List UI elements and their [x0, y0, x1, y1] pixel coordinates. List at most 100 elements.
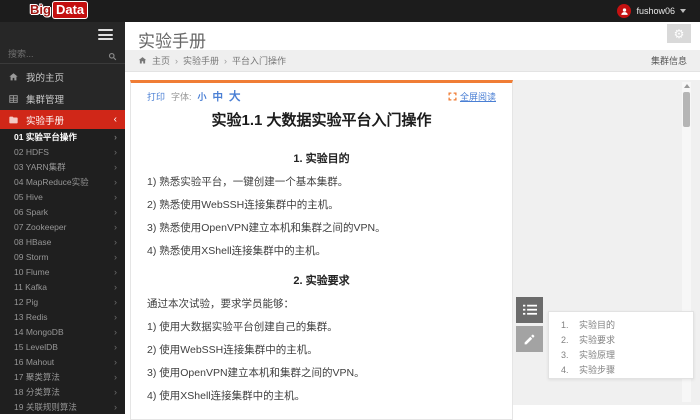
list-icon	[522, 304, 537, 315]
toc-item[interactable]: 2. 实验要求	[549, 332, 693, 347]
fullscreen-button[interactable]: 全屏阅读	[448, 90, 496, 103]
toc-item[interactable]: 4. 实验步骤	[549, 362, 693, 377]
document-title: 实验1.1 大数据实验平台入门操作	[211, 112, 432, 129]
submenu-item[interactable]: 09 Storm ›	[0, 249, 125, 264]
sidebar-toggle-icon[interactable]	[98, 29, 113, 40]
sidebar-search	[0, 44, 125, 64]
font-large-button[interactable]: 大	[229, 88, 241, 104]
breadcrumb-item: 平台入门操作	[232, 56, 287, 66]
toc-button[interactable]	[516, 297, 543, 323]
breadcrumb-separator: ›	[175, 55, 179, 66]
document-panel: 打印 字体: 小 中 大 全屏阅读 实验1.1 大数据实验平台入门操作 1. 实…	[130, 80, 513, 420]
submenu-item[interactable]: 10 Flume ›	[0, 264, 125, 279]
chevron-right-icon: ›	[114, 176, 117, 187]
chevron-right-icon: ›	[114, 251, 117, 262]
chevron-right-icon: ›	[114, 386, 117, 397]
submenu-item[interactable]: 14 MongoDB ›	[0, 324, 125, 339]
paragraph: 4) 熟悉使用XShell连接集群中的主机。	[147, 245, 327, 257]
search-icon[interactable]	[108, 48, 117, 66]
scrollbar-thumb[interactable]	[683, 92, 690, 127]
chevron-right-icon: ›	[114, 326, 117, 337]
submenu-item[interactable]: 05 Hive ›	[0, 189, 125, 204]
toc-item[interactable]: 3. 实验原理	[549, 347, 693, 362]
paragraph: 3) 熟悉使用OpenVPN建立本机和集群之间的VPN。	[147, 222, 386, 234]
username-label: fushow06	[636, 6, 675, 16]
sidebar-item-home[interactable]: 我的主页	[0, 66, 125, 88]
document-toolbar: 打印 字体: 小 中 大 全屏阅读	[147, 88, 496, 104]
paragraph: 通过本次试验，要求学员能够：	[147, 298, 294, 310]
folder-icon	[8, 115, 19, 125]
paragraph: 1) 熟悉实验平台，一键创建一个基本集群。	[147, 176, 349, 188]
sidebar-item-label: 集群管理	[26, 95, 65, 106]
submenu-label: 12 Pig	[14, 296, 39, 307]
breadcrumb-separator: ›	[224, 55, 228, 66]
chevron-right-icon: ›	[114, 356, 117, 367]
toc-popup: 1. 实验目的 2. 实验要求 3. 实验原理 4. 实验步骤	[548, 311, 694, 379]
paragraph: 2) 熟悉使用WebSSH连接集群中的主机。	[147, 199, 339, 211]
submenu-label: 05 Hive	[14, 191, 43, 202]
chevron-right-icon: ›	[114, 266, 117, 277]
breadcrumb-item[interactable]: 主页	[152, 54, 170, 67]
submenu-item[interactable]: 17 聚类算法 ›	[0, 369, 125, 384]
pencil-icon	[524, 334, 535, 344]
logo-text-big: Big	[30, 2, 51, 17]
toc-item[interactable]: 1. 实验目的	[549, 317, 693, 332]
chevron-right-icon: ›	[114, 206, 117, 217]
submenu-item[interactable]: 01 实验平台操作 ›	[0, 129, 125, 144]
submenu-item[interactable]: 02 HDFS ›	[0, 144, 125, 159]
user-avatar-icon	[617, 4, 632, 18]
edit-button[interactable]	[516, 326, 543, 352]
submenu-item[interactable]: 03 YARN集群 ›	[0, 159, 125, 174]
submenu-item[interactable]: 16 Mahout ›	[0, 354, 125, 369]
toc-label: 实验原理	[579, 350, 616, 360]
toc-label: 实验步骤	[579, 365, 616, 375]
submenu-item[interactable]: 07 Zookeeper ›	[0, 219, 125, 234]
cluster-info-button[interactable]: 集群信息	[651, 54, 687, 67]
search-input[interactable]	[8, 46, 98, 62]
submenu-label: 17 聚类算法	[14, 371, 60, 382]
chevron-right-icon: ›	[114, 161, 117, 172]
submenu-label: 04 MapReduce实验	[14, 176, 89, 187]
submenu-item[interactable]: 18 分类算法 ›	[0, 384, 125, 399]
submenu-label: 01 实验平台操作	[14, 131, 77, 142]
chevron-right-icon: ›	[114, 296, 117, 307]
submenu-item[interactable]: 06 Spark ›	[0, 204, 125, 219]
home-icon[interactable]	[138, 56, 147, 65]
section-heading: 1. 实验目的	[293, 153, 350, 165]
toc-number: 1.	[561, 319, 569, 330]
submenu-item[interactable]: 15 LevelDB ›	[0, 339, 125, 354]
toc-label: 实验要求	[579, 335, 616, 345]
submenu-item[interactable]: 08 HBase ›	[0, 234, 125, 249]
submenu-label: 15 LevelDB	[14, 341, 58, 352]
table-icon	[8, 94, 19, 104]
page-title: 实验手册	[138, 32, 206, 51]
submenu-item[interactable]: 13 Redis ›	[0, 309, 125, 324]
submenu-label: 13 Redis	[14, 311, 48, 322]
chevron-right-icon: ›	[114, 191, 117, 202]
font-medium-button[interactable]: 中	[213, 89, 224, 104]
user-menu[interactable]: fushow06	[617, 0, 686, 22]
scroll-up-icon[interactable]	[684, 84, 690, 88]
submenu-item[interactable]: 19 关联规则算法 ›	[0, 399, 125, 414]
bigdata-logo[interactable]: Big Data	[30, 1, 89, 19]
chevron-right-icon: ›	[114, 401, 117, 412]
print-button[interactable]: 打印	[147, 90, 165, 103]
submenu-item[interactable]: 11 Kafka ›	[0, 279, 125, 294]
submenu-label: 06 Spark	[14, 206, 49, 217]
chevron-right-icon: ›	[114, 146, 117, 157]
breadcrumb-item[interactable]: 实验手册	[183, 54, 219, 67]
font-small-button[interactable]: 小	[198, 90, 207, 103]
document-section: 1. 实验目的 1) 熟悉实验平台，一键创建一个基本集群。 2) 熟悉使用Web…	[147, 152, 496, 258]
sidebar-item-manual[interactable]: 实验手册 ‹	[0, 110, 125, 129]
sidebar-item-cluster[interactable]: 集群管理	[0, 88, 125, 110]
sidebar-menu: 我的主页 集群管理 实验手册 ‹	[0, 66, 125, 129]
chevron-right-icon: ›	[114, 221, 117, 232]
submenu-item[interactable]: 12 Pig ›	[0, 294, 125, 309]
chevron-right-icon: ›	[114, 281, 117, 292]
submenu-label: 14 MongoDB	[14, 326, 64, 337]
paragraph: 3) 使用OpenVPN建立本机和集群之间的VPN。	[147, 367, 365, 379]
submenu-label: 02 HDFS	[14, 146, 49, 157]
sidebar: 我的主页 集群管理 实验手册 ‹ 01 实验平台操作 › 02 HDFS › 03 …	[0, 22, 125, 414]
settings-button[interactable]: ⚙	[667, 24, 691, 43]
submenu-item[interactable]: 04 MapReduce实验 ›	[0, 174, 125, 189]
